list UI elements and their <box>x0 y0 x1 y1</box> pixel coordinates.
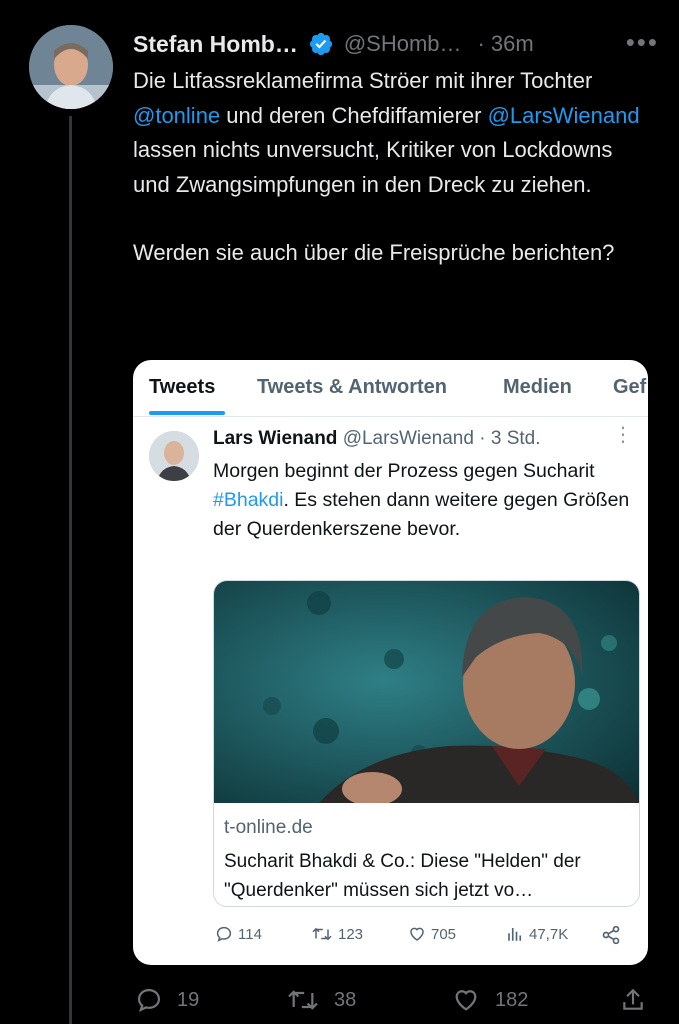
inner-views-count: 47,7K <box>529 925 569 943</box>
inner-author-handle[interactable]: @LarsWienand <box>343 428 474 449</box>
link-preview-image <box>214 581 639 803</box>
share-icon <box>602 925 620 945</box>
tab-tweets-and-replies[interactable]: Tweets & Antworten <box>257 376 447 399</box>
inner-share-button[interactable] <box>601 925 626 945</box>
like-count: 182 <box>495 988 529 1011</box>
share-button[interactable] <box>620 986 660 1014</box>
active-tab-indicator <box>149 411 225 415</box>
link-domain: t-online.de <box>224 817 313 838</box>
reply-button[interactable]: 19 <box>135 986 199 1014</box>
retweet-icon <box>312 927 332 941</box>
tweet-text: Die Litfassreklamefirma Ströer mit ihrer… <box>133 64 653 271</box>
retweet-count: 38 <box>334 988 357 1011</box>
tweet-text-part: Die Litfassreklamefirma Ströer mit ihrer… <box>133 68 593 93</box>
hashtag-link[interactable]: #Bhakdi <box>213 489 283 511</box>
views-icon <box>508 928 522 941</box>
tweet-time[interactable]: 36m <box>491 31 534 57</box>
verified-badge-icon <box>309 32 332 56</box>
retweet-icon <box>288 990 318 1010</box>
inner-retweet-button[interactable]: 123 <box>311 925 363 943</box>
link-title[interactable]: Sucharit Bhakdi & Co.: Diese "Helden" de… <box>224 847 629 905</box>
inner-more-options-icon[interactable]: ⋮ <box>613 422 634 447</box>
retweet-button[interactable]: 38 <box>286 986 356 1014</box>
reply-icon <box>137 988 161 1013</box>
tweet-text-paragraph: Werden sie auch über die Freisprüche ber… <box>133 240 615 265</box>
mention-link[interactable]: @LarsWienand <box>488 103 640 128</box>
heart-icon <box>455 990 477 1011</box>
inner-views-button[interactable]: 47,7K <box>506 925 568 943</box>
more-options-icon[interactable]: ••• <box>626 27 659 58</box>
tweet-text-part: und deren Chefdiffamierer <box>220 102 488 128</box>
heart-icon <box>410 927 424 941</box>
author-handle[interactable]: @SHomb… <box>344 31 462 57</box>
inner-reply-button[interactable]: 114 <box>215 925 262 943</box>
inner-text-part: Morgen beginnt der Prozess gegen Suchari… <box>213 460 595 482</box>
thread-line <box>69 116 72 1024</box>
separator-dot: · <box>479 428 486 449</box>
inner-tweet-time[interactable]: 3 Std. <box>491 428 541 449</box>
inner-action-bar: 114 123 705 47,7K <box>213 925 633 951</box>
share-icon <box>623 988 643 1010</box>
like-button[interactable]: 182 <box>451 986 528 1014</box>
inner-like-button[interactable]: 705 <box>408 925 456 943</box>
tweet-text-part: lassen nichts unversucht, Kritiker von L… <box>133 137 613 197</box>
inner-retweet-count: 123 <box>338 925 364 943</box>
inner-reply-count: 114 <box>238 925 262 943</box>
inner-author-avatar[interactable] <box>149 431 199 481</box>
attached-screenshot[interactable]: Tweets Tweets & Antworten Medien Gef Lar… <box>133 360 648 965</box>
author-name[interactable]: Stefan Homb… <box>133 31 298 58</box>
inner-tweet-header: Lars Wienand @LarsWienand · 3 Std. ⋮ <box>213 424 634 456</box>
tab-media[interactable]: Medien <box>503 376 572 399</box>
reply-count: 19 <box>177 988 200 1011</box>
tweet-header: Stefan Homb… @SHomb… · 36m ••• <box>133 27 659 61</box>
tab-tweets[interactable]: Tweets <box>149 376 215 399</box>
link-preview-card[interactable]: t-online.de Sucharit Bhakdi & Co.: Diese… <box>213 580 640 907</box>
inner-like-count: 705 <box>431 925 457 943</box>
inner-tweet-text: Morgen beginnt der Prozess gegen Suchari… <box>213 457 641 544</box>
separator-dot: · <box>477 31 485 56</box>
tab-likes[interactable]: Gef <box>613 376 646 399</box>
inner-author-name[interactable]: Lars Wienand <box>213 428 337 449</box>
profile-tabs: Tweets Tweets & Antworten Medien Gef <box>133 360 648 417</box>
mention-link[interactable]: @tonline <box>133 103 220 128</box>
reply-icon <box>216 926 232 942</box>
tweet-action-bar: 19 38 182 <box>133 986 653 1022</box>
author-avatar[interactable] <box>29 25 113 109</box>
